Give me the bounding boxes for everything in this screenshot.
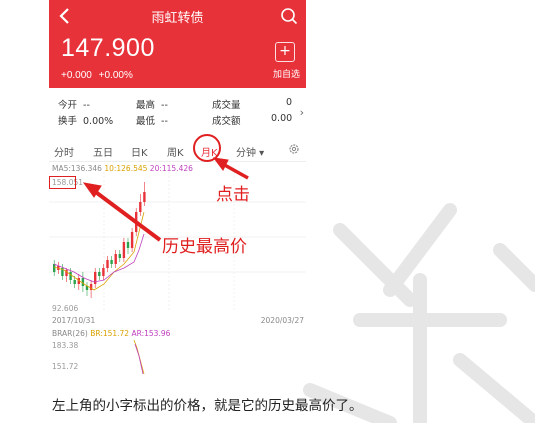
page-title: 雨虹转债 — [151, 11, 204, 26]
stat-high: 最高 -- — [136, 100, 168, 111]
tab-highlight-circle — [193, 134, 221, 162]
stat-amount-value: 0.00 — [271, 113, 293, 124]
stat-volume-label: 成交量 — [212, 100, 241, 111]
candle-body — [143, 192, 146, 202]
watermark — [300, 190, 535, 423]
tab-five-day[interactable]: 五日 — [93, 144, 113, 159]
chart-period-tabs: 分时 五日 日K 周K 月K 分钟 ▾ — [49, 140, 306, 162]
change-percent: +0.00% — [98, 70, 133, 81]
candle-body — [135, 212, 138, 232]
chart-start-date: 2017/10/31 — [52, 316, 96, 325]
tab-timeshare[interactable]: 分时 — [54, 144, 74, 159]
candle-body — [81, 278, 85, 286]
change-absolute: +0.000 — [61, 70, 92, 81]
candle-body — [98, 272, 101, 276]
candle-body — [106, 260, 109, 268]
candle-body — [69, 272, 72, 280]
candle-body — [130, 232, 134, 248]
search-icon[interactable] — [280, 7, 298, 25]
candle-body — [73, 280, 76, 284]
stat-low: 最低 -- — [136, 116, 168, 127]
caption-text: 左上角的小字标出的价格，就是它的历史最高价了。 — [52, 398, 363, 414]
annotation-high-text: 历史最高价 — [162, 237, 247, 257]
candle-body — [118, 254, 121, 258]
candle-body — [102, 268, 105, 276]
annotation-click-text: 点击 — [216, 185, 250, 205]
tab-weekly-k[interactable]: 周K — [167, 144, 184, 159]
candle-body — [114, 254, 117, 264]
tab-minute[interactable]: 分钟 ▾ — [236, 144, 264, 159]
price-change: +0.000 +0.00% — [61, 70, 137, 81]
candle-body — [53, 264, 56, 272]
current-price: 147.900 — [61, 34, 155, 62]
candle-body — [122, 242, 126, 258]
quote-stats: 今开 -- 最高 -- 成交量 0 换手 0.00% 最低 -- 成交额 0.00 › — [49, 94, 306, 134]
brar-chart — [133, 339, 145, 374]
gear-icon[interactable] — [288, 143, 300, 155]
quote-header: 雨虹转债 147.900 +0.000 +0.00% + 加自选 — [49, 0, 306, 88]
candle-body — [110, 260, 113, 264]
high-price-highlight — [49, 176, 76, 189]
add-watchlist-button[interactable]: + — [275, 42, 295, 62]
chevron-right-icon[interactable]: › — [300, 106, 304, 119]
candle-body — [126, 242, 130, 248]
chart-low-label: 92.606 — [52, 304, 79, 313]
chart-end-date: 2020/03/27 — [260, 316, 304, 325]
add-watchlist-label[interactable]: 加自选 — [273, 67, 300, 80]
candle-body — [139, 202, 142, 212]
stat-turnover: 换手 0.00% — [58, 116, 114, 127]
stat-amount-label: 成交额 — [212, 116, 241, 127]
app-screenshot: 雨虹转债 147.900 +0.000 +0.00% + 加自选 今开 -- 最高… — [49, 0, 306, 374]
stat-volume-value: 0 — [286, 97, 293, 108]
tab-daily-k[interactable]: 日K — [131, 144, 148, 159]
brar-legend: BRAR(26) BR:151.72 AR:153.96 — [52, 329, 171, 338]
stat-open: 今开 -- — [58, 100, 90, 111]
